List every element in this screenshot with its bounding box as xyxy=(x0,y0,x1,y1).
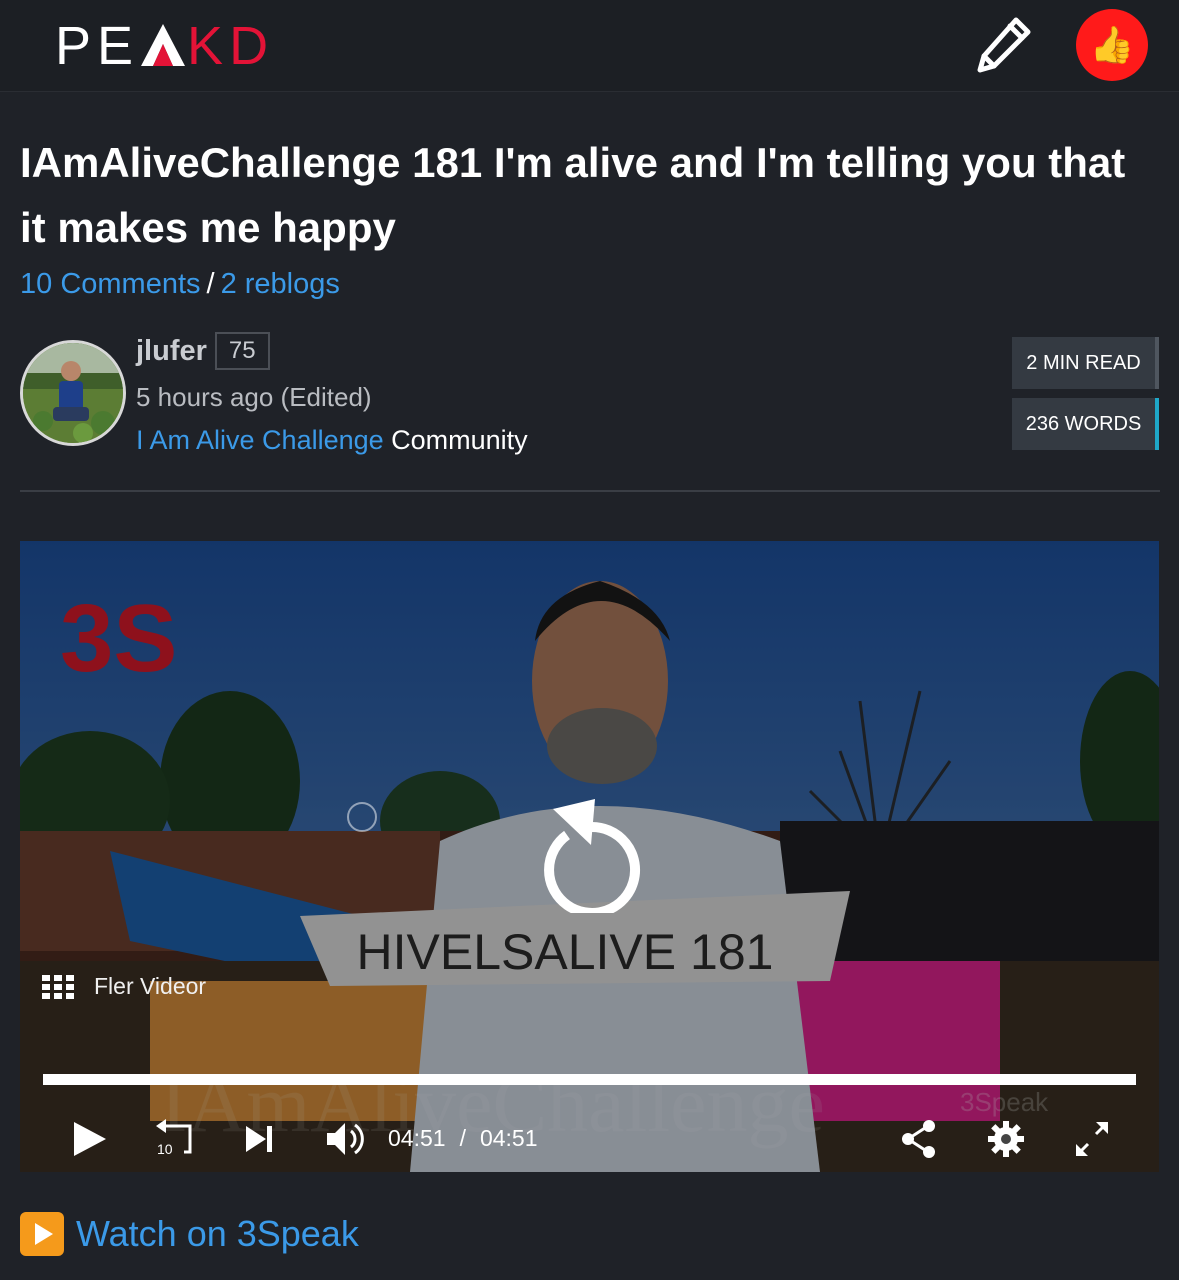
author-line: jlufer 75 xyxy=(136,332,270,370)
divider xyxy=(20,490,1160,492)
fullscreen-icon[interactable] xyxy=(1074,1118,1110,1160)
avatar-image xyxy=(23,343,123,443)
post-title: IAmAliveChallenge 181 I'm alive and I'm … xyxy=(20,139,1126,251)
video-player[interactable]: HIVELSALIVE 181 3S IAmAliveChallenge 3Sp… xyxy=(20,541,1159,1172)
avatar[interactable] xyxy=(20,340,126,446)
comments-link[interactable]: 10 Comments xyxy=(20,268,201,300)
play-button-emoji-icon xyxy=(20,1212,64,1256)
post-time: 5 hours ago (Edited) xyxy=(136,382,372,412)
meta-separator: / xyxy=(206,268,215,300)
post-meta-links: 10 Comments/2 reblogs xyxy=(20,265,340,303)
time-separator: / xyxy=(459,1125,466,1151)
rewind-10-icon[interactable]: 10 xyxy=(154,1118,194,1160)
word-count-badge: 236 WORDS xyxy=(1012,398,1159,450)
share-icon[interactable] xyxy=(900,1118,938,1160)
logo-text-left: PE xyxy=(55,16,140,76)
rewind-seconds-label: 10 xyxy=(157,1141,173,1157)
community-line: I Am Alive Challenge Community xyxy=(136,421,528,459)
logo-a-mark-icon xyxy=(141,24,186,66)
top-bar: PE KD 👍 xyxy=(0,0,1179,92)
volume-icon[interactable] xyxy=(325,1118,367,1160)
watch-on-3speak-link[interactable]: Watch on 3Speak xyxy=(20,1212,359,1256)
read-time-badge: 2 MIN READ xyxy=(1012,337,1159,389)
community-link[interactable]: I Am Alive Challenge xyxy=(136,425,384,455)
upvote-button[interactable]: 👍 xyxy=(1076,9,1148,81)
play-icon[interactable] xyxy=(72,1118,108,1160)
duration: 04:51 xyxy=(479,1125,538,1151)
community-suffix: Community xyxy=(391,425,528,455)
more-videos-button[interactable]: Fler Videor xyxy=(42,973,206,1000)
pencil-icon[interactable] xyxy=(972,14,1034,76)
more-videos-label: Fler Videor xyxy=(94,973,207,999)
peakd-logo[interactable]: PE KD xyxy=(55,18,274,74)
grid-icon xyxy=(42,974,74,999)
thumbs-up-icon: 👍 xyxy=(1089,24,1135,65)
current-time: 04:51 xyxy=(388,1125,446,1151)
replay-icon[interactable] xyxy=(537,789,643,913)
video-timecode: 04:51 / 04:51 xyxy=(388,1125,538,1152)
reblogs-link[interactable]: 2 reblogs xyxy=(221,268,340,300)
settings-icon[interactable] xyxy=(987,1118,1025,1160)
logo-text-right: KD xyxy=(187,16,275,76)
next-icon[interactable] xyxy=(244,1118,274,1160)
watch-on-3speak-label: Watch on 3Speak xyxy=(76,1213,359,1254)
author-name[interactable]: jlufer xyxy=(136,335,207,367)
reputation-badge: 75 xyxy=(214,332,270,370)
video-progress-bar[interactable] xyxy=(43,1074,1136,1085)
